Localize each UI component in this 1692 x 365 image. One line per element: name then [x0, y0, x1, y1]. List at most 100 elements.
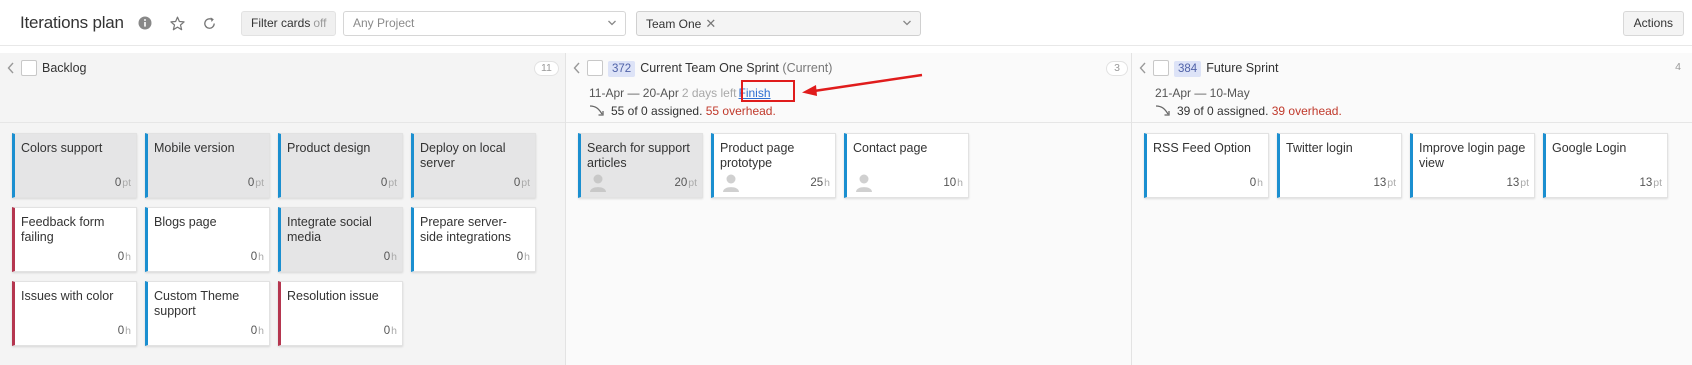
- card-title: Issues with color: [21, 289, 114, 303]
- sprint-id-badge[interactable]: 372: [608, 61, 636, 77]
- chevron-left-icon[interactable]: [572, 62, 582, 74]
- card-title: Colors support: [21, 141, 103, 155]
- card-title: Mobile version: [154, 141, 235, 155]
- card[interactable]: Improve login page view 13pt: [1410, 133, 1535, 198]
- card-estimate: 10h: [943, 177, 963, 189]
- filter-cards-label: Filter cards: [251, 16, 311, 30]
- card[interactable]: Resolution issue 0h: [278, 281, 403, 346]
- card-estimate-unit: pt: [1653, 177, 1662, 189]
- card-estimate-unit: h: [391, 251, 397, 263]
- card-estimate-value: 0: [117, 251, 125, 263]
- filter-cards-button[interactable]: Filter cards off: [241, 11, 337, 36]
- card-estimate-unit: h: [957, 177, 963, 189]
- team-tag-label: Team One: [646, 17, 702, 31]
- card[interactable]: Product design 0pt: [278, 133, 403, 198]
- card[interactable]: Blogs page 0h: [145, 207, 270, 272]
- card-estimate-unit: pt: [255, 177, 264, 189]
- card-estimate-unit: pt: [688, 177, 697, 189]
- card-estimate: 13pt: [1373, 177, 1396, 189]
- card-estimate-unit: pt: [1387, 177, 1396, 189]
- card-estimate-unit: h: [391, 325, 397, 337]
- avatar-icon[interactable]: [722, 173, 740, 193]
- card-title: Blogs page: [154, 215, 217, 229]
- card[interactable]: RSS Feed Option 0h: [1144, 133, 1269, 198]
- card-estimate-unit: h: [258, 251, 264, 263]
- card-estimate-value: 0: [250, 325, 258, 337]
- refresh-icon[interactable]: [200, 14, 218, 32]
- sprint-date-range: 21-Apr — 10-May: [1155, 86, 1250, 100]
- card-estimate-value: 13: [1639, 177, 1653, 189]
- avatar-icon[interactable]: [589, 173, 607, 193]
- card-title: Improve login page view: [1419, 141, 1526, 170]
- card-estimate-unit: h: [125, 251, 131, 263]
- card-estimate-value: 0: [114, 177, 122, 189]
- remove-tag-icon[interactable]: ✕: [705, 12, 716, 35]
- chevron-left-icon[interactable]: [6, 62, 16, 74]
- sprint-name[interactable]: Current Team One Sprint: [640, 61, 779, 75]
- card[interactable]: Google Login 13pt: [1543, 133, 1668, 198]
- sprint-name[interactable]: Future Sprint: [1206, 61, 1278, 75]
- card-title: Google Login: [1552, 141, 1627, 155]
- chevron-left-icon[interactable]: [1138, 62, 1148, 74]
- select-sprint-checkbox[interactable]: [587, 60, 603, 76]
- card[interactable]: Mobile version 0pt: [145, 133, 270, 198]
- current-sprint-cards: Search for support articles 20pt Product…: [566, 124, 1131, 365]
- card-estimate: 0h: [517, 251, 530, 263]
- card[interactable]: Deploy on local server 0pt: [411, 133, 536, 198]
- velocity-icon: [1155, 103, 1171, 117]
- card-estimate-unit: pt: [122, 177, 131, 189]
- card-title: Custom Theme support: [154, 289, 240, 318]
- card-estimate-value: 0: [380, 177, 388, 189]
- card-estimate-unit: h: [1257, 177, 1263, 189]
- card[interactable]: Custom Theme support 0h: [145, 281, 270, 346]
- card-estimate-value: 0: [117, 325, 125, 337]
- card-estimate: 0h: [118, 251, 131, 263]
- card[interactable]: Search for support articles 20pt: [578, 133, 703, 198]
- card-estimate-value: 25: [810, 177, 824, 189]
- project-select-value: Any Project: [353, 16, 415, 30]
- chevron-down-icon: [607, 12, 617, 42]
- card-estimate-value: 13: [1373, 177, 1387, 189]
- card[interactable]: Feedback form failing 0h: [12, 207, 137, 272]
- info-icon[interactable]: [136, 14, 154, 32]
- backlog-count-badge: 11: [534, 61, 559, 76]
- sprint-assignment: 39 of 0 assigned. 39 overhead.: [1155, 103, 1342, 118]
- card-title: Integrate social media: [287, 215, 372, 244]
- card-title: RSS Feed Option: [1153, 141, 1251, 155]
- card-title: Search for support articles: [587, 141, 690, 170]
- backlog-column: Backlog 11 Colors support 0pt Mobile ver…: [0, 53, 566, 365]
- project-select[interactable]: Any Project: [343, 11, 626, 36]
- card-estimate-value: 10: [943, 177, 957, 189]
- card-title: Resolution issue: [287, 289, 379, 303]
- select-sprint-checkbox[interactable]: [1153, 60, 1169, 76]
- card[interactable]: Product page prototype 25h: [711, 133, 836, 198]
- overhead-text: 39 overhead.: [1271, 104, 1342, 118]
- card-estimate: 0h: [251, 251, 264, 263]
- future-sprint-cards: RSS Feed Option 0h Twitter login 13pt Im…: [1132, 124, 1692, 365]
- sprint-assignment: 55 of 0 assigned. 55 overhead.: [589, 103, 776, 118]
- select-all-checkbox[interactable]: [21, 60, 37, 76]
- card[interactable]: Twitter login 13pt: [1277, 133, 1402, 198]
- top-bar: Iterations plan Filter cards off Any Proj…: [0, 0, 1692, 46]
- card-estimate-unit: h: [125, 325, 131, 337]
- card[interactable]: Issues with color 0h: [12, 281, 137, 346]
- card-estimate-value: 0: [383, 251, 391, 263]
- sprint-id-badge[interactable]: 384: [1174, 61, 1202, 77]
- card[interactable]: Colors support 0pt: [12, 133, 137, 198]
- card-estimate-value: 20: [674, 177, 688, 189]
- card[interactable]: Contact page 10h: [844, 133, 969, 198]
- card-estimate-value: 0: [513, 177, 521, 189]
- actions-button[interactable]: Actions: [1622, 11, 1684, 36]
- card-estimate-value: 13: [1506, 177, 1520, 189]
- days-left: 2 days left: [681, 86, 737, 100]
- card[interactable]: Integrate social media 0h: [278, 207, 403, 272]
- card-estimate: 25h: [810, 177, 830, 189]
- avatar-icon[interactable]: [855, 173, 873, 193]
- card-estimate-value: 0: [516, 251, 524, 263]
- card-estimate: 0pt: [381, 177, 397, 189]
- card-estimate: 0h: [384, 325, 397, 337]
- assigned-text: 55 of 0 assigned.: [611, 104, 703, 118]
- team-select[interactable]: Team One ✕: [636, 11, 921, 36]
- star-icon[interactable]: [168, 14, 186, 32]
- card[interactable]: Prepare server-side integrations 0h: [411, 207, 536, 272]
